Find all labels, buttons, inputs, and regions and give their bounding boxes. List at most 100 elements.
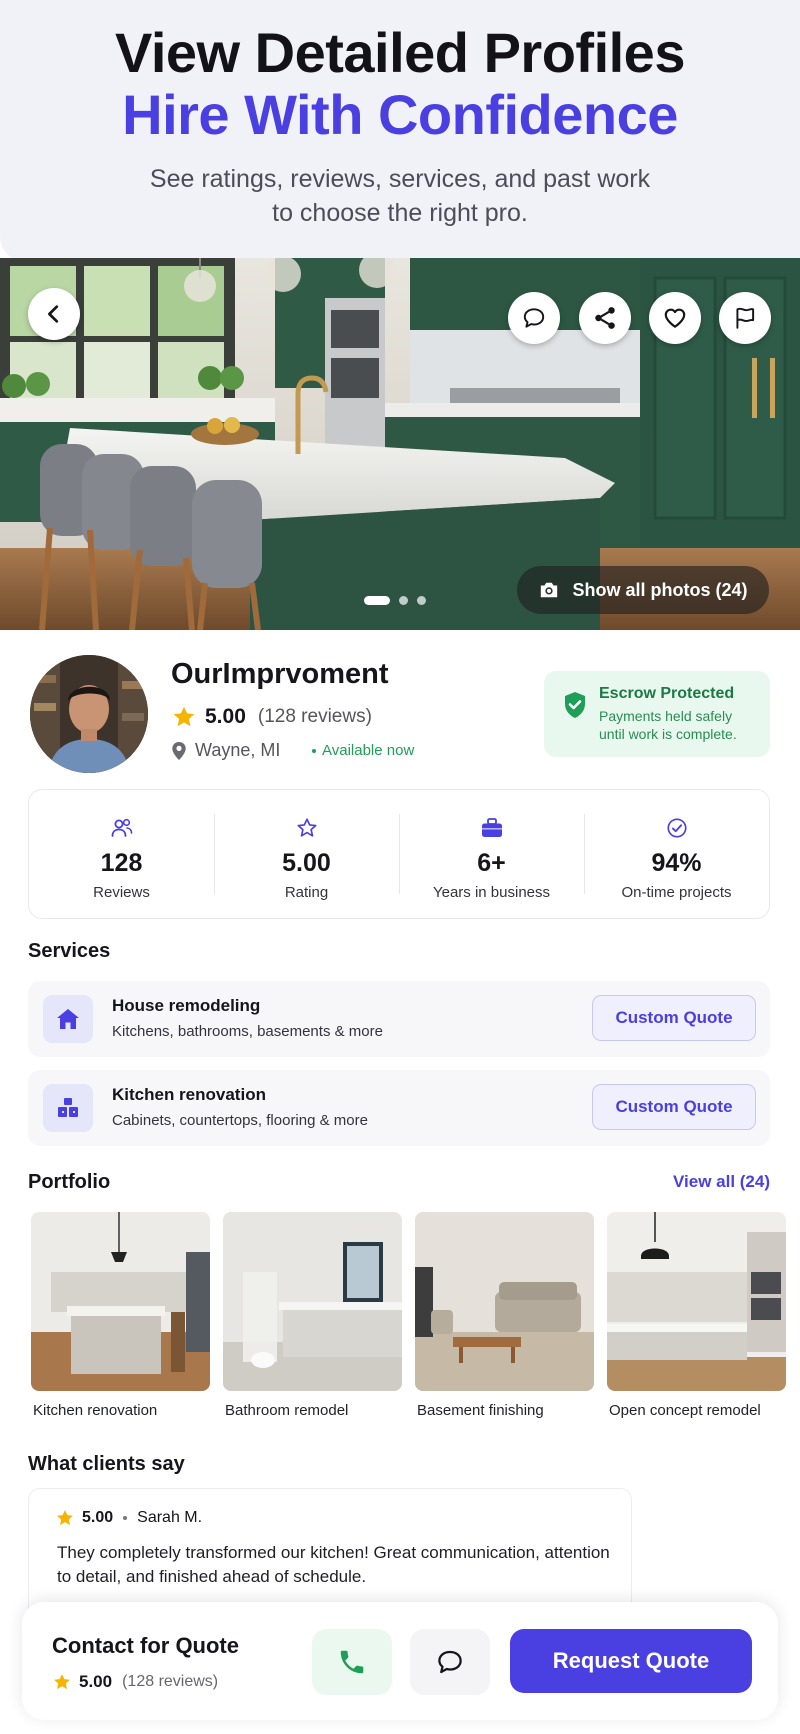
stat-value: 128 — [100, 849, 143, 877]
escrow-title: Escrow Protected — [599, 685, 735, 702]
back-button[interactable] — [28, 288, 80, 340]
star-outline-icon — [296, 818, 317, 837]
stat-label: Years in business — [432, 884, 551, 901]
request-quote-button[interactable]: Request Quote — [510, 1629, 752, 1693]
stat-on-time: 94% On-time projects — [584, 790, 769, 918]
phone-icon — [340, 1650, 364, 1674]
profile-location-text: Wayne, MI — [195, 740, 281, 760]
portfolio-caption: Open concept remodel — [609, 1402, 761, 1419]
basement-finishing-photo — [415, 1212, 594, 1391]
hero-subtitle-line2: to choose the right pro. — [272, 199, 528, 227]
availability-dot — [312, 748, 316, 753]
profile-rating-score: 5.00 — [205, 705, 246, 728]
check-circle-icon — [666, 818, 687, 838]
chat-bubble-icon — [438, 1650, 462, 1674]
escrow-badge: Escrow Protected Payments held safely un… — [544, 671, 770, 757]
heart-icon — [664, 308, 686, 328]
gallery-dot[interactable] — [364, 596, 390, 605]
report-button[interactable] — [719, 292, 771, 344]
call-button[interactable] — [312, 1629, 392, 1695]
portfolio-item[interactable]: Kitchen renovation — [31, 1212, 210, 1419]
bathroom-remodel-photo — [223, 1212, 402, 1391]
stat-years: 6+ Years in business — [399, 790, 584, 918]
shield-check-icon — [565, 692, 585, 718]
portfolio-image — [223, 1212, 402, 1391]
services-title: Services — [28, 940, 111, 962]
gallery-dot[interactable] — [417, 596, 426, 605]
profile-rating[interactable]: 5.00 (128 reviews) — [171, 704, 372, 730]
show-all-photos-button[interactable]: Show all photos (24) — [517, 566, 769, 614]
service-item[interactable]: Kitchen renovation Cabinets, countertops… — [28, 1070, 770, 1146]
pro-name: OurImprvoment — [171, 658, 389, 690]
pro-portrait — [30, 655, 148, 773]
review-author: Sarah M. — [137, 1509, 203, 1526]
service-item[interactable]: House remodeling Kitchens, bathrooms, ba… — [28, 981, 770, 1057]
contact-title: Contact for Quote — [52, 1633, 239, 1658]
custom-quote-button[interactable]: Custom Quote — [592, 1084, 756, 1130]
flag-icon — [736, 307, 755, 329]
stat-rating: 5.00 Rating — [214, 790, 399, 918]
portfolio-item[interactable]: Open concept remodel — [607, 1212, 786, 1419]
users-icon — [111, 818, 132, 837]
stats-card: 128 Reviews 5.00 Rating 6+ Years in busi… — [28, 789, 770, 919]
service-icon-box — [43, 995, 93, 1043]
map-pin-icon — [172, 741, 186, 760]
availability-text: Available now — [322, 742, 415, 759]
stat-value: 5.00 — [282, 849, 331, 877]
stat-reviews: 128 Reviews — [29, 790, 214, 918]
star-icon — [54, 1674, 70, 1690]
review-separator — [123, 1516, 128, 1520]
escrow-description: Payments held safely until work is compl… — [599, 707, 770, 743]
chevron-left-icon — [48, 305, 59, 323]
portfolio-image — [31, 1212, 210, 1391]
availability-status: Available now — [312, 742, 414, 759]
review-text: They completely transformed our kitchen!… — [57, 1543, 610, 1586]
portfolio-item[interactable]: Bathroom remodel — [223, 1212, 402, 1419]
message-button[interactable] — [508, 292, 560, 344]
portfolio-image — [607, 1212, 786, 1391]
gallery-pagination — [364, 596, 426, 605]
chat-bubble-icon — [523, 308, 545, 328]
kitchen-renovation-photo — [31, 1212, 210, 1391]
hero-subtitle: See ratings, reviews, services, and past… — [0, 162, 800, 230]
hero-subtitle-line1: See ratings, reviews, services, and past… — [149, 165, 651, 193]
review-header: 5.00 Sarah M. — [55, 1508, 202, 1528]
hero-title-line2: Hire With Confidence — [122, 83, 678, 146]
stat-label: Rating — [284, 884, 329, 901]
service-name: House remodeling — [112, 996, 261, 1015]
portfolio-title: Portfolio — [28, 1171, 111, 1193]
portfolio-view-all-link[interactable]: View all (24) — [650, 1172, 770, 1192]
hero-header: View Detailed Profiles Hire With Confide… — [0, 0, 800, 262]
house-icon — [57, 1009, 79, 1029]
portfolio-item[interactable]: Basement finishing — [415, 1212, 594, 1419]
profile-location: Wayne, MI — [171, 740, 280, 761]
service-name: Kitchen renovation — [112, 1085, 266, 1104]
contact-rating-score: 5.00 — [79, 1672, 113, 1691]
photo-gallery[interactable]: Show all photos (24) — [0, 258, 800, 630]
profile-review-count: (128 reviews) — [257, 706, 372, 727]
share-icon — [595, 307, 615, 329]
portfolio-image — [415, 1212, 594, 1391]
favorite-button[interactable] — [649, 292, 701, 344]
star-icon — [57, 1510, 73, 1526]
service-description: Cabinets, countertops, flooring & more — [112, 1112, 368, 1129]
star-icon — [173, 706, 195, 727]
hero-title-line1: View Detailed Profiles — [115, 21, 685, 84]
open-concept-remodel-photo — [607, 1212, 786, 1391]
stat-value: 6+ — [477, 849, 506, 877]
camera-icon — [541, 582, 558, 598]
avatar — [30, 655, 148, 773]
review-rating: 5.00 — [82, 1509, 114, 1526]
escrow-description-line2: until work is complete. — [599, 726, 737, 742]
briefcase-icon — [481, 818, 502, 837]
contact-rating: 5.00 (128 reviews) — [52, 1672, 218, 1692]
chat-button[interactable] — [410, 1629, 490, 1695]
custom-quote-button[interactable]: Custom Quote — [592, 995, 756, 1041]
gallery-dot[interactable] — [399, 596, 408, 605]
portfolio-caption: Bathroom remodel — [225, 1402, 349, 1419]
reviews-title: What clients say — [28, 1453, 185, 1475]
share-button[interactable] — [579, 292, 631, 344]
boxes-icon — [58, 1098, 78, 1117]
stat-value: 94% — [651, 849, 702, 877]
portfolio-caption: Basement finishing — [417, 1402, 544, 1419]
